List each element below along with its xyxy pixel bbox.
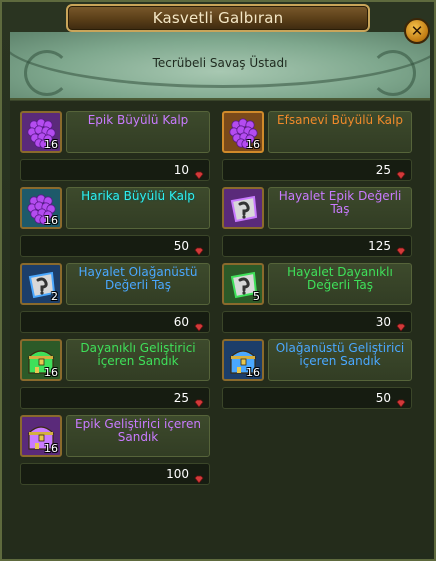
- item-stack-count: 16: [44, 214, 58, 227]
- item-price: 30: [375, 315, 391, 329]
- item-price-bar: 125: [222, 235, 412, 257]
- item-price-bar: 50: [222, 387, 412, 409]
- item-icon-slot[interactable]: 16: [20, 339, 62, 381]
- item-name[interactable]: Hayalet Olağanüstü Değerli Taş: [66, 263, 210, 305]
- red-gem-icon: [194, 393, 204, 408]
- red-gem-icon: [396, 165, 406, 180]
- shop-item[interactable]: 16 Olağanüstü Geliştirici içeren Sandık 50: [222, 337, 418, 413]
- vendor-header-panel: Tecrübeli Savaş Üstadı: [10, 32, 430, 100]
- item-icon-slot[interactable]: 16: [20, 415, 62, 457]
- item-icon-slot[interactable]: 16: [222, 339, 264, 381]
- shop-item[interactable]: 5 Hayalet Dayanıklı Değerli Taş 30: [222, 261, 418, 337]
- vendor-window: Tecrübeli Savaş Üstadı 16 Epik Büyülü Kal…: [0, 0, 436, 561]
- item-stack-count: 16: [246, 366, 260, 379]
- item-stack-count: 16: [246, 138, 260, 151]
- item-icon-slot[interactable]: 5: [222, 263, 264, 305]
- item-price-bar: 100: [20, 463, 210, 485]
- item-stack-count: 5: [253, 290, 260, 303]
- item-stack-count: 16: [44, 366, 58, 379]
- close-icon: ✕: [410, 22, 424, 40]
- red-gem-icon: [194, 469, 204, 484]
- ghost-gem-icon: [224, 189, 262, 231]
- item-name[interactable]: Harika Büyülü Kalp: [66, 187, 210, 229]
- item-price: 100: [166, 467, 189, 481]
- item-price: 50: [375, 391, 391, 405]
- shop-item[interactable]: 16 Epik Geliştirici içeren Sandık 100: [20, 413, 216, 489]
- window-title-bar[interactable]: Kasvetli Galbıran: [66, 4, 370, 32]
- red-gem-icon: [396, 241, 406, 256]
- item-stack-count: 2: [51, 290, 58, 303]
- item-name[interactable]: Hayalet Epik Değerli Taş: [268, 187, 412, 229]
- item-name[interactable]: Epik Büyülü Kalp: [66, 111, 210, 153]
- red-gem-icon: [396, 393, 406, 408]
- item-icon-slot[interactable]: 16: [20, 111, 62, 153]
- shop-item[interactable]: 16 Efsanevi Büyülü Kalp 25: [222, 109, 418, 185]
- red-gem-icon: [194, 317, 204, 332]
- item-icon-slot[interactable]: 16: [222, 111, 264, 153]
- close-button[interactable]: ✕: [404, 18, 430, 44]
- item-name[interactable]: Olağanüstü Geliştirici içeren Sandık: [268, 339, 412, 381]
- item-list[interactable]: 16 Epik Büyülü Kalp 10 16 Efsanevi Büyülü Ka…: [10, 100, 430, 553]
- shop-item[interactable]: 16 Dayanıklı Geliştirici içeren Sandık 25: [20, 337, 216, 413]
- item-price-bar: 30: [222, 311, 412, 333]
- shop-item[interactable]: 2 Hayalet Olağanüstü Değerli Taş 60: [20, 261, 216, 337]
- shop-item[interactable]: Hayalet Epik Değerli Taş 125: [222, 185, 418, 261]
- red-gem-icon: [194, 165, 204, 180]
- red-gem-icon: [396, 317, 406, 332]
- vendor-subtitle: Tecrübeli Savaş Üstadı: [152, 56, 288, 70]
- item-price-bar: 10: [20, 159, 210, 181]
- item-price-bar: 25: [222, 159, 412, 181]
- item-name[interactable]: Dayanıklı Geliştirici içeren Sandık: [66, 339, 210, 381]
- item-price: 25: [173, 391, 189, 405]
- item-price: 10: [173, 163, 189, 177]
- item-price: 50: [173, 239, 189, 253]
- item-price-bar: 50: [20, 235, 210, 257]
- item-stack-count: 16: [44, 138, 58, 151]
- item-name[interactable]: Epik Geliştirici içeren Sandık: [66, 415, 210, 457]
- shop-item[interactable]: 16 Harika Büyülü Kalp 50: [20, 185, 216, 261]
- item-price-bar: 60: [20, 311, 210, 333]
- item-price-bar: 25: [20, 387, 210, 409]
- shop-item[interactable]: 16 Epik Büyülü Kalp 10: [20, 109, 216, 185]
- item-icon-slot[interactable]: [222, 187, 264, 229]
- item-price: 60: [173, 315, 189, 329]
- item-icon-slot[interactable]: 2: [20, 263, 62, 305]
- red-gem-icon: [194, 241, 204, 256]
- item-name[interactable]: Efsanevi Büyülü Kalp: [268, 111, 412, 153]
- item-stack-count: 16: [44, 442, 58, 455]
- item-price: 125: [368, 239, 391, 253]
- item-name[interactable]: Hayalet Dayanıklı Değerli Taş: [268, 263, 412, 305]
- item-price: 25: [375, 163, 391, 177]
- window-title: Kasvetli Galbıran: [152, 9, 284, 27]
- item-icon-slot[interactable]: 16: [20, 187, 62, 229]
